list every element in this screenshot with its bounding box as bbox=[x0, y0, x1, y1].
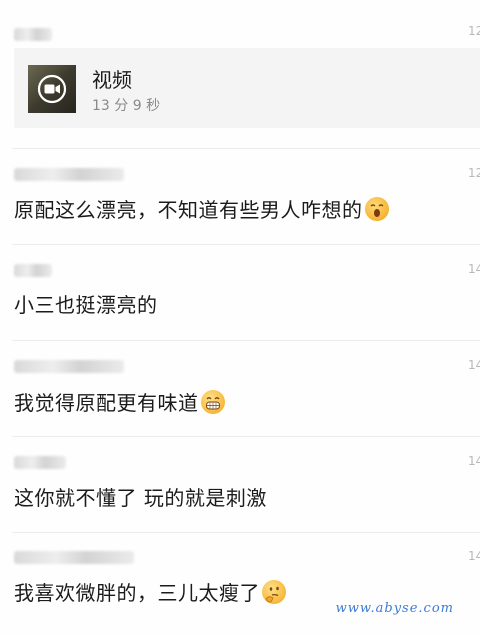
comment-text: 我觉得原配更有味道 bbox=[14, 390, 225, 416]
video-duration: 13 分 9 秒 bbox=[92, 98, 161, 114]
comment-time: 14 bbox=[468, 454, 480, 468]
comment-time: 14 bbox=[468, 549, 480, 563]
video-attachment-card[interactable]: 视频 13 分 9 秒 bbox=[14, 48, 480, 128]
grinning-face-emoji bbox=[200, 390, 225, 414]
video-title: 视频 bbox=[92, 68, 132, 92]
comment-text: 这你就不懂了 玩的就是刺激 bbox=[14, 485, 267, 511]
blurred-username bbox=[14, 551, 134, 564]
video-thumbnail[interactable] bbox=[28, 65, 76, 113]
divider bbox=[12, 340, 480, 341]
comment-time: 14 bbox=[468, 262, 480, 276]
comment-time: 14 bbox=[468, 358, 480, 372]
divider bbox=[12, 148, 480, 149]
comment-body: 小三也挺漂亮的 bbox=[14, 293, 158, 317]
video-camera-icon bbox=[37, 74, 67, 104]
blurred-username bbox=[14, 28, 52, 41]
comment-list: 12 视频 13 分 9 秒 12 原配这么漂亮，不知道有些男人咋想的 14 小… bbox=[0, 0, 480, 635]
comment-text: 小三也挺漂亮的 bbox=[14, 292, 158, 318]
comment-body: 我喜欢微胖的，三儿太瘦了 bbox=[14, 581, 260, 605]
divider bbox=[12, 532, 480, 533]
blurred-username bbox=[14, 360, 124, 373]
divider bbox=[12, 436, 480, 437]
blurred-username bbox=[14, 456, 66, 469]
blurred-username bbox=[14, 264, 52, 277]
blurred-username bbox=[14, 168, 124, 181]
thinking-face-emoji bbox=[262, 580, 286, 604]
comment-text: 原配这么漂亮，不知道有些男人咋想的 bbox=[14, 197, 389, 223]
comment-body: 原配这么漂亮，不知道有些男人咋想的 bbox=[14, 198, 363, 222]
surprised-face-emoji bbox=[364, 197, 389, 221]
comment-body: 这你就不懂了 玩的就是刺激 bbox=[14, 486, 267, 510]
comment-time: 12 bbox=[468, 166, 480, 180]
watermark-text: www.abyse.com bbox=[335, 601, 454, 616]
comment-body: 我觉得原配更有味道 bbox=[14, 391, 199, 415]
comment-text: 我喜欢微胖的，三儿太瘦了 bbox=[14, 580, 286, 606]
comment-time: 12 bbox=[468, 24, 480, 38]
divider bbox=[12, 244, 480, 245]
